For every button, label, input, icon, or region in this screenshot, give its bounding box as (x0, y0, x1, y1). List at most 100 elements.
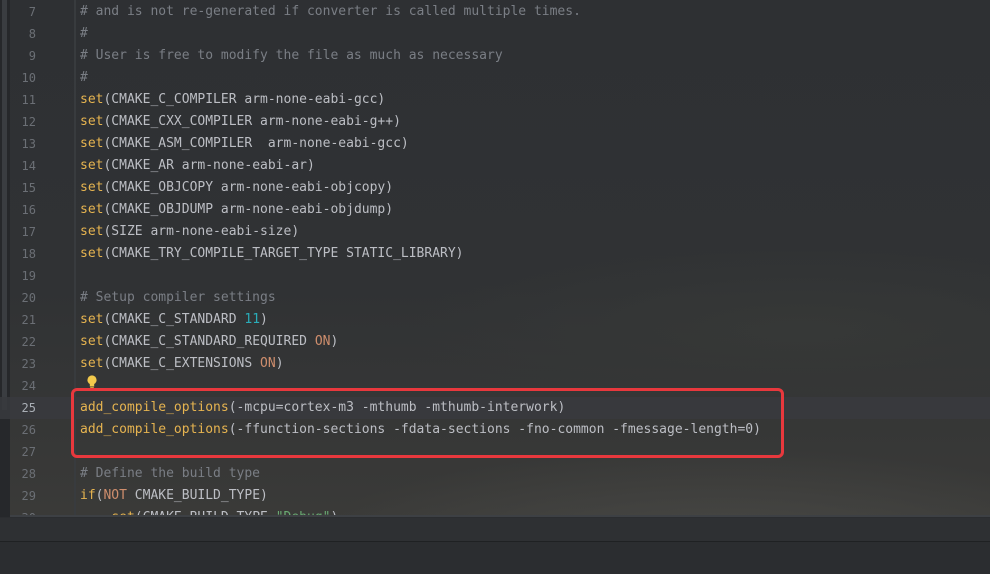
line-number[interactable]: 21 (10, 309, 36, 331)
code-text[interactable]: # Define the build type (80, 463, 260, 485)
code-token: 11 (244, 312, 261, 327)
code-text[interactable]: set(CMAKE_C_STANDARD_REQUIRED ON) (80, 331, 338, 353)
line-number[interactable]: 28 (10, 463, 36, 485)
code-line[interactable]: 18 set(CMAKE_TRY_COMPILE_TARGET_TYPE STAT… (0, 243, 990, 265)
code-token: # (80, 26, 88, 41)
code-token: # Define the build type (80, 466, 261, 481)
code-text[interactable]: # and is not re-generated if converter i… (80, 1, 581, 23)
code-line[interactable]: 28 # Define the build type (0, 463, 990, 485)
line-number[interactable]: 27 (10, 441, 36, 463)
code-token: (SIZE arm-none-eabi-size) (103, 224, 300, 239)
code-text[interactable]: add_compile_options(-mcpu=cortex-m3 -mth… (80, 397, 565, 419)
code-line[interactable]: 16 set(CMAKE_OBJDUMP arm-none-eabi-objdum… (0, 199, 990, 221)
code-token: # Setup compiler settings (80, 290, 276, 305)
line-number[interactable]: 10 (10, 67, 36, 89)
line-number[interactable]: 15 (10, 177, 36, 199)
code-token: (CMAKE_OBJDUMP arm-none-eabi-objdump) (103, 202, 394, 217)
horizontal-scrollbar[interactable] (10, 515, 990, 517)
code-text[interactable]: set(CMAKE_TRY_COMPILE_TARGET_TYPE STATIC… (80, 243, 464, 265)
code-text[interactable]: set(CMAKE_AR arm-none-eabi-ar) (80, 155, 315, 177)
code-line[interactable]: 8 # (0, 23, 990, 45)
code-text[interactable]: # User is free to modify the file as muc… (80, 45, 503, 67)
code-text[interactable]: set(CMAKE_CXX_COMPILER arm-none-eabi-g++… (80, 111, 401, 133)
code-text[interactable]: # Setup compiler settings (80, 287, 276, 309)
code-token: (CMAKE_C_COMPILER arm-none-eabi-gcc) (103, 92, 386, 107)
line-number[interactable]: 29 (10, 485, 36, 507)
code-line[interactable]: 25 add_compile_options(-mcpu=cortex-m3 -m… (0, 397, 990, 419)
code-token: (CMAKE_C_STANDARD_REQUIRED (103, 334, 315, 349)
code-token: (CMAKE_C_EXTENSIONS (103, 356, 261, 371)
code-token: (CMAKE_CXX_COMPILER arm-none-eabi-g++) (103, 114, 401, 129)
code-token: set (80, 136, 104, 151)
code-text[interactable]: if(NOT CMAKE_BUILD_TYPE) (80, 485, 268, 507)
code-line[interactable]: 7 # and is not re-generated if converter … (0, 1, 990, 23)
code-text[interactable]: # (80, 67, 88, 89)
line-number[interactable]: 24 (10, 375, 36, 397)
code-token: (CMAKE_C_STANDARD (103, 312, 245, 327)
code-line[interactable]: 20 # Setup compiler settings (0, 287, 990, 309)
code-token: set (80, 356, 104, 371)
line-number[interactable]: 26 (10, 419, 36, 441)
code-line[interactable]: 11 set(CMAKE_C_COMPILER arm-none-eabi-gcc… (0, 89, 990, 111)
code-line[interactable]: 15 set(CMAKE_OBJCOPY arm-none-eabi-objcop… (0, 177, 990, 199)
code-token: (CMAKE_AR arm-none-eabi-ar) (103, 158, 315, 173)
code-token: # User is free to modify the file as muc… (80, 48, 503, 63)
code-token: NOT (103, 488, 127, 503)
code-line[interactable]: 24 (0, 375, 990, 397)
line-number[interactable]: 11 (10, 89, 36, 111)
line-number[interactable]: 13 (10, 133, 36, 155)
line-number[interactable]: 19 (10, 265, 36, 287)
code-line[interactable]: 22 set(CMAKE_C_STANDARD_REQUIRED ON) (0, 331, 990, 353)
code-token: ) (330, 334, 339, 349)
line-number[interactable]: 12 (10, 111, 36, 133)
line-number[interactable]: 8 (10, 23, 36, 45)
line-number[interactable]: 22 (10, 331, 36, 353)
line-number[interactable]: 25 (10, 397, 36, 419)
code-text[interactable]: add_compile_options(-ffunction-sections … (80, 419, 761, 441)
line-number[interactable]: 20 (10, 287, 36, 309)
code-text[interactable]: set(CMAKE_C_COMPILER arm-none-eabi-gcc) (80, 89, 385, 111)
code-token: ON (260, 356, 276, 371)
code-line[interactable]: 21 set(CMAKE_C_STANDARD 11) (0, 309, 990, 331)
code-text[interactable]: set(CMAKE_ASM_COMPILER arm-none-eabi-gcc… (80, 133, 409, 155)
code-token: set (80, 246, 104, 261)
code-line[interactable]: 14 set(CMAKE_AR arm-none-eabi-ar) (0, 155, 990, 177)
code-text[interactable]: set(SIZE arm-none-eabi-size) (80, 221, 299, 243)
status-bar (0, 541, 990, 574)
code-token: set (80, 180, 104, 195)
code-token: (CMAKE_ASM_COMPILER arm-none-eabi-gcc) (103, 136, 409, 151)
code-line[interactable]: 13 set(CMAKE_ASM_COMPILER arm-none-eabi-g… (0, 133, 990, 155)
code-line[interactable]: 9 # User is free to modify the file as mu… (0, 45, 990, 67)
code-line[interactable]: 29 if(NOT CMAKE_BUILD_TYPE) (0, 485, 990, 507)
code-line[interactable]: 12 set(CMAKE_CXX_COMPILER arm-none-eabi-g… (0, 111, 990, 133)
code-token: add_compile_options (80, 400, 229, 415)
code-lines[interactable]: 7 # and is not re-generated if converter … (0, 0, 990, 517)
line-number[interactable]: 14 (10, 155, 36, 177)
code-token: ) (275, 356, 284, 371)
code-line[interactable]: 27 (0, 441, 990, 463)
lightbulb-icon[interactable] (86, 374, 98, 390)
code-text[interactable]: set(CMAKE_C_EXTENSIONS ON) (80, 353, 284, 375)
code-token: set (80, 202, 104, 217)
line-number[interactable]: 16 (10, 199, 36, 221)
code-token: set (80, 224, 104, 239)
line-number[interactable]: 9 (10, 45, 36, 67)
code-token: set (80, 92, 104, 107)
line-number[interactable]: 18 (10, 243, 36, 265)
line-number[interactable]: 7 (10, 1, 36, 23)
code-text[interactable]: set(CMAKE_OBJDUMP arm-none-eabi-objdump) (80, 199, 393, 221)
code-text[interactable]: set(CMAKE_C_STANDARD 11) (80, 309, 268, 331)
code-line[interactable]: 19 (0, 265, 990, 287)
code-line[interactable]: 17 set(SIZE arm-none-eabi-size) (0, 221, 990, 243)
code-token: # (80, 70, 88, 85)
line-number[interactable]: 17 (10, 221, 36, 243)
line-number[interactable]: 23 (10, 353, 36, 375)
code-line[interactable]: 26 add_compile_options(-ffunction-section… (0, 419, 990, 441)
code-line[interactable]: 10 # (0, 67, 990, 89)
code-editor[interactable]: 7 # and is not re-generated if converter … (0, 0, 990, 517)
code-line[interactable]: 23 set(CMAKE_C_EXTENSIONS ON) (0, 353, 990, 375)
code-token: (-ffunction-sections -fdata-sections -fn… (228, 422, 761, 437)
code-text[interactable]: # (80, 23, 88, 45)
code-text[interactable]: set(CMAKE_OBJCOPY arm-none-eabi-objcopy) (80, 177, 393, 199)
code-token: (CMAKE_OBJCOPY arm-none-eabi-objcopy) (103, 180, 394, 195)
